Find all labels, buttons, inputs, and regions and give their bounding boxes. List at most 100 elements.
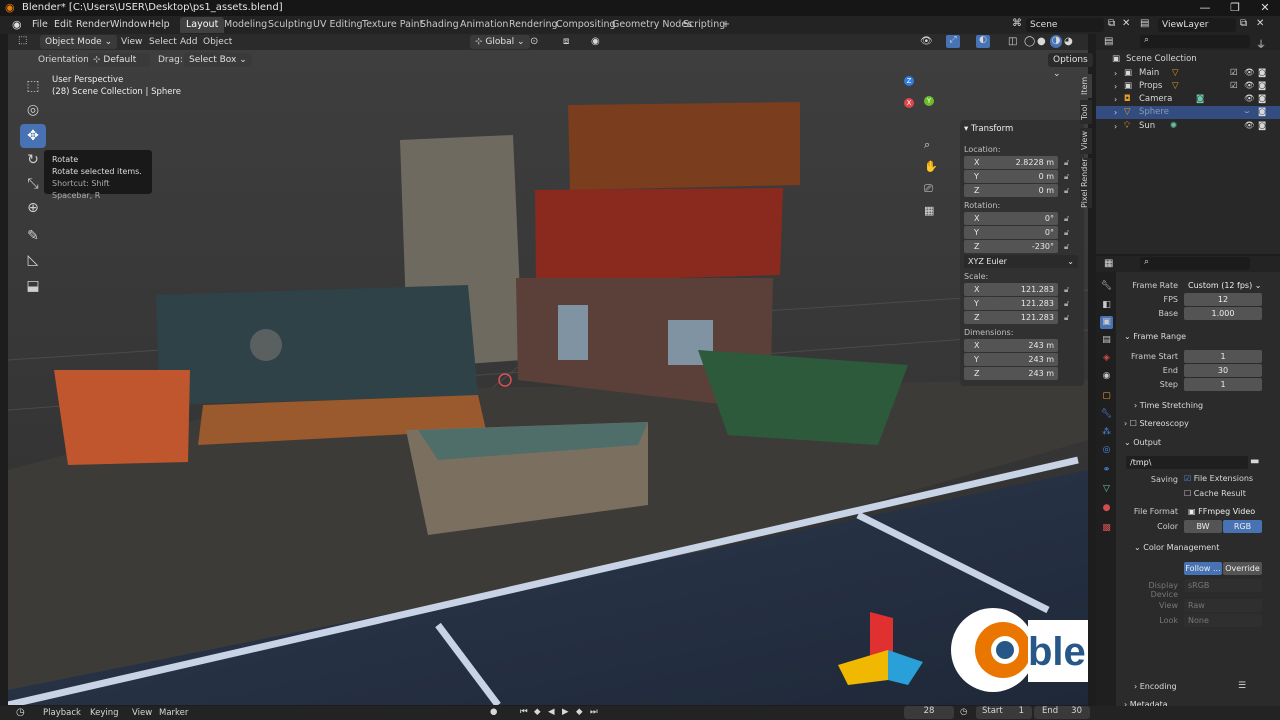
gizmo-z-axis[interactable]: Z <box>904 76 914 86</box>
cursor-tool-icon[interactable]: ◎ <box>20 98 46 122</box>
close-button[interactable]: ✕ <box>1250 0 1280 16</box>
stereoscopy-section[interactable]: › ☐ Stereoscopy <box>1124 419 1189 428</box>
properties-search-input[interactable]: ⌕ <box>1140 257 1250 270</box>
lock-icon[interactable]: 🔓︎ <box>1064 214 1069 224</box>
gizmo-y-axis[interactable]: Y <box>924 96 934 106</box>
remove-view-layer-icon[interactable]: ✕ <box>1256 18 1264 29</box>
encoding-section[interactable]: › Encoding <box>1134 682 1177 691</box>
lock-icon[interactable]: 🔓︎ <box>1064 313 1069 323</box>
camera-icon[interactable]: ◙ <box>1258 106 1266 119</box>
lock-icon[interactable]: 🔓︎ <box>1064 285 1069 295</box>
end-frame-field[interactable]: End 30 <box>1034 706 1090 719</box>
material-tab-icon[interactable]: ● <box>1100 502 1113 515</box>
lock-icon[interactable]: 🔓︎ <box>1064 228 1069 238</box>
lock-icon[interactable]: 🔓︎ <box>1064 242 1069 252</box>
frame-end-field[interactable]: 30 <box>1184 364 1262 377</box>
current-frame-field[interactable]: 28 <box>904 706 954 719</box>
lock-icon[interactable]: 🔓︎ <box>1064 186 1069 196</box>
menu-file[interactable]: File <box>32 19 48 30</box>
lock-icon[interactable]: 🔓︎ <box>1064 172 1069 182</box>
output-tab-icon[interactable]: ▣ <box>1100 316 1113 329</box>
jump-start-icon[interactable]: ⏮ <box>520 707 528 717</box>
expand-icon[interactable]: › <box>1114 106 1117 119</box>
play-reverse-icon[interactable]: ◀ <box>548 707 555 717</box>
menu-add[interactable]: Add <box>180 37 197 47</box>
menu-edit[interactable]: Edit <box>54 19 72 30</box>
mode-selector[interactable]: Object Mode ⌄ <box>40 35 118 49</box>
checkbox-icon[interactable]: ☑ <box>1230 67 1238 80</box>
outliner-editor-icon[interactable]: ▤ <box>1104 36 1113 47</box>
properties-editor-icon[interactable]: ▦ <box>1104 258 1113 269</box>
rotation-mode-dropdown[interactable]: XYZ Euler ⌄ <box>964 255 1078 268</box>
frame-start-field[interactable]: 1 <box>1184 350 1262 363</box>
eye-icon[interactable]: 👁︎ <box>1244 67 1255 80</box>
record-icon[interactable]: ● <box>490 707 497 717</box>
overlays-toggle-icon[interactable]: ◐ <box>976 35 990 48</box>
visibility-icon[interactable]: 👁︎ <box>920 36 933 47</box>
scale-y-field[interactable]: Y 121.283 <box>964 297 1058 310</box>
dimensions-y-field[interactable]: Y 243 m <box>964 353 1058 366</box>
world-tab-icon[interactable]: ◉ <box>1100 370 1113 383</box>
new-scene-icon[interactable]: ⧉ <box>1108 18 1115 29</box>
eye-hidden-icon[interactable]: ⌣ <box>1244 106 1250 119</box>
pivot-icon[interactable]: ⊙ <box>530 36 538 47</box>
gizmo-x-axis[interactable]: X <box>904 98 914 108</box>
cache-result-checkbox[interactable]: ☐ Cache Result <box>1184 489 1246 498</box>
view-layer-tab-icon[interactable]: ▤ <box>1100 334 1113 347</box>
jump-end-icon[interactable]: ⏭ <box>590 707 598 717</box>
new-view-layer-icon[interactable]: ⧉ <box>1240 18 1247 29</box>
base-field[interactable]: 1.000 <box>1184 307 1262 320</box>
scale-tool-icon[interactable]: ⤡ <box>20 172 46 196</box>
folder-icon[interactable]: ▬ <box>1250 456 1259 467</box>
drag-dropdown[interactable]: Select Box ⌄ <box>184 53 252 67</box>
menu-timeline-view[interactable]: View <box>132 708 152 718</box>
camera-icon[interactable]: ◙ <box>1258 67 1266 80</box>
dimensions-x-field[interactable]: X 243 m <box>964 339 1058 352</box>
menu-object[interactable]: Object <box>203 37 232 47</box>
render-tab-icon[interactable]: ◧ <box>1100 299 1113 312</box>
color-management-section[interactable]: ⌄ Color Management <box>1134 543 1219 552</box>
shading-solid-icon[interactable]: ● <box>1037 36 1046 47</box>
override-button[interactable]: Override <box>1223 562 1262 575</box>
constraints-tab-icon[interactable]: ⚭ <box>1100 464 1113 477</box>
checkbox-icon[interactable]: ☑ <box>1230 80 1238 93</box>
frame-range-section[interactable]: ⌄ Frame Range <box>1124 332 1186 341</box>
tool-tab-icon[interactable]: 🔧︎ <box>1100 280 1113 293</box>
add-workspace-button[interactable]: + <box>716 17 736 33</box>
camera-icon[interactable]: ◙ <box>1258 120 1266 133</box>
menu-playback[interactable]: Playback <box>43 708 81 718</box>
outliner-item-main[interactable]: › ▣ Main ▽ ☑ 👁︎ ◙ <box>1096 67 1280 80</box>
menu-marker[interactable]: Marker <box>159 708 188 718</box>
navigation-gizmo[interactable]: Z Y X <box>880 74 940 134</box>
next-keyframe-icon[interactable]: ◆ <box>576 707 583 717</box>
expand-icon[interactable]: › <box>1114 67 1117 80</box>
camera-view-icon[interactable]: ⎚ <box>924 178 938 200</box>
xray-toggle-icon[interactable]: ◫ <box>1008 36 1017 47</box>
expand-icon[interactable]: › <box>1114 80 1117 93</box>
location-y-field[interactable]: Y 0 m <box>964 170 1058 183</box>
outliner-search-input[interactable]: ⌕ <box>1140 35 1250 48</box>
remove-scene-icon[interactable]: ✕ <box>1122 18 1130 29</box>
output-section[interactable]: ⌄ Output <box>1124 438 1161 447</box>
eye-icon[interactable]: 👁︎ <box>1244 93 1255 106</box>
sidebar-tab-tool[interactable]: Tool <box>1080 100 1092 124</box>
transform-tool-icon[interactable]: ⊕ <box>20 196 46 220</box>
scale-x-field[interactable]: X 121.283 <box>964 283 1058 296</box>
expand-icon[interactable]: › <box>1114 93 1117 106</box>
outliner-item-sun[interactable]: › 💡︎ Sun ✺ 👁︎ ◙ <box>1096 120 1280 133</box>
lock-icon[interactable]: 🔓︎ <box>1064 299 1069 309</box>
3d-viewport[interactable]: blender User Perspective (28) Scene Coll… <box>8 50 1088 705</box>
color-rgb-button[interactable]: RGB <box>1223 520 1262 533</box>
transform-orientation-selector[interactable]: ⊹ Global ⌄ <box>470 35 530 49</box>
file-format-dropdown[interactable]: ▣ FFmpeg Video <box>1184 505 1262 518</box>
menu-select[interactable]: Select <box>149 37 177 47</box>
filter-icon[interactable]: ⏚ <box>1256 36 1266 51</box>
file-extensions-checkbox[interactable]: ☑ File Extensions <box>1184 474 1253 483</box>
prev-keyframe-icon[interactable]: ◆ <box>534 707 541 717</box>
maximize-button[interactable]: ❐ <box>1220 0 1250 16</box>
play-icon[interactable]: ▶ <box>562 707 569 717</box>
blender-menu-icon[interactable]: ◉ <box>12 18 22 31</box>
shading-material-icon[interactable]: ◑ <box>1050 35 1062 48</box>
menu-window[interactable]: Window <box>110 19 147 30</box>
minimize-button[interactable]: — <box>1190 0 1220 16</box>
